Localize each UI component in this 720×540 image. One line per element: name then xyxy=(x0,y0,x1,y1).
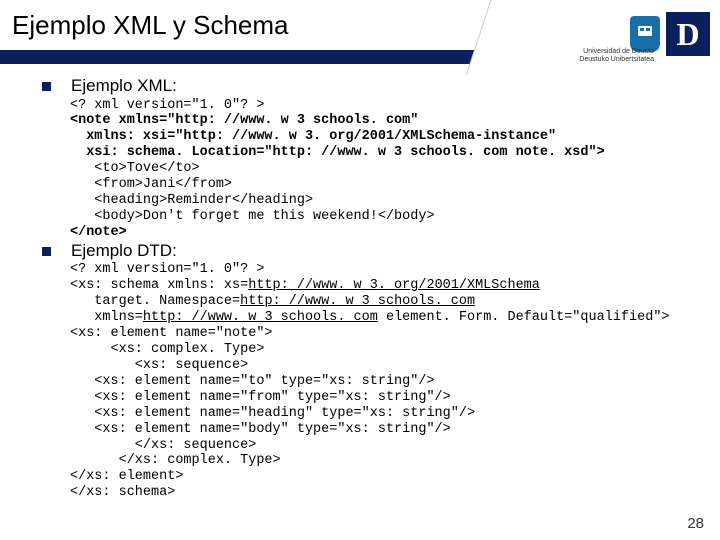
logo-letter-icon: D xyxy=(666,12,710,56)
university-logo: Universidad de Deusto Deustuko Unibertsi… xyxy=(515,6,710,62)
bullet-dtd-label: Ejemplo DTD: xyxy=(71,241,177,261)
code-block-dtd: <? xml version="1. 0"? > <xs: schema xml… xyxy=(70,262,690,501)
title-underline xyxy=(0,50,505,64)
code-block-xml: <? xml version="1. 0"? > <note xmlns="ht… xyxy=(70,98,690,241)
bullet-icon xyxy=(42,247,51,256)
bullet-icon xyxy=(42,82,51,91)
page-number: 28 xyxy=(687,515,704,532)
bullet-xml-label: Ejemplo XML: xyxy=(71,76,177,96)
logo-line2: Deustuko Unibertsitatea xyxy=(579,56,654,63)
logo-line1: Universidad de Deusto xyxy=(583,48,654,55)
shield-icon xyxy=(630,16,660,52)
